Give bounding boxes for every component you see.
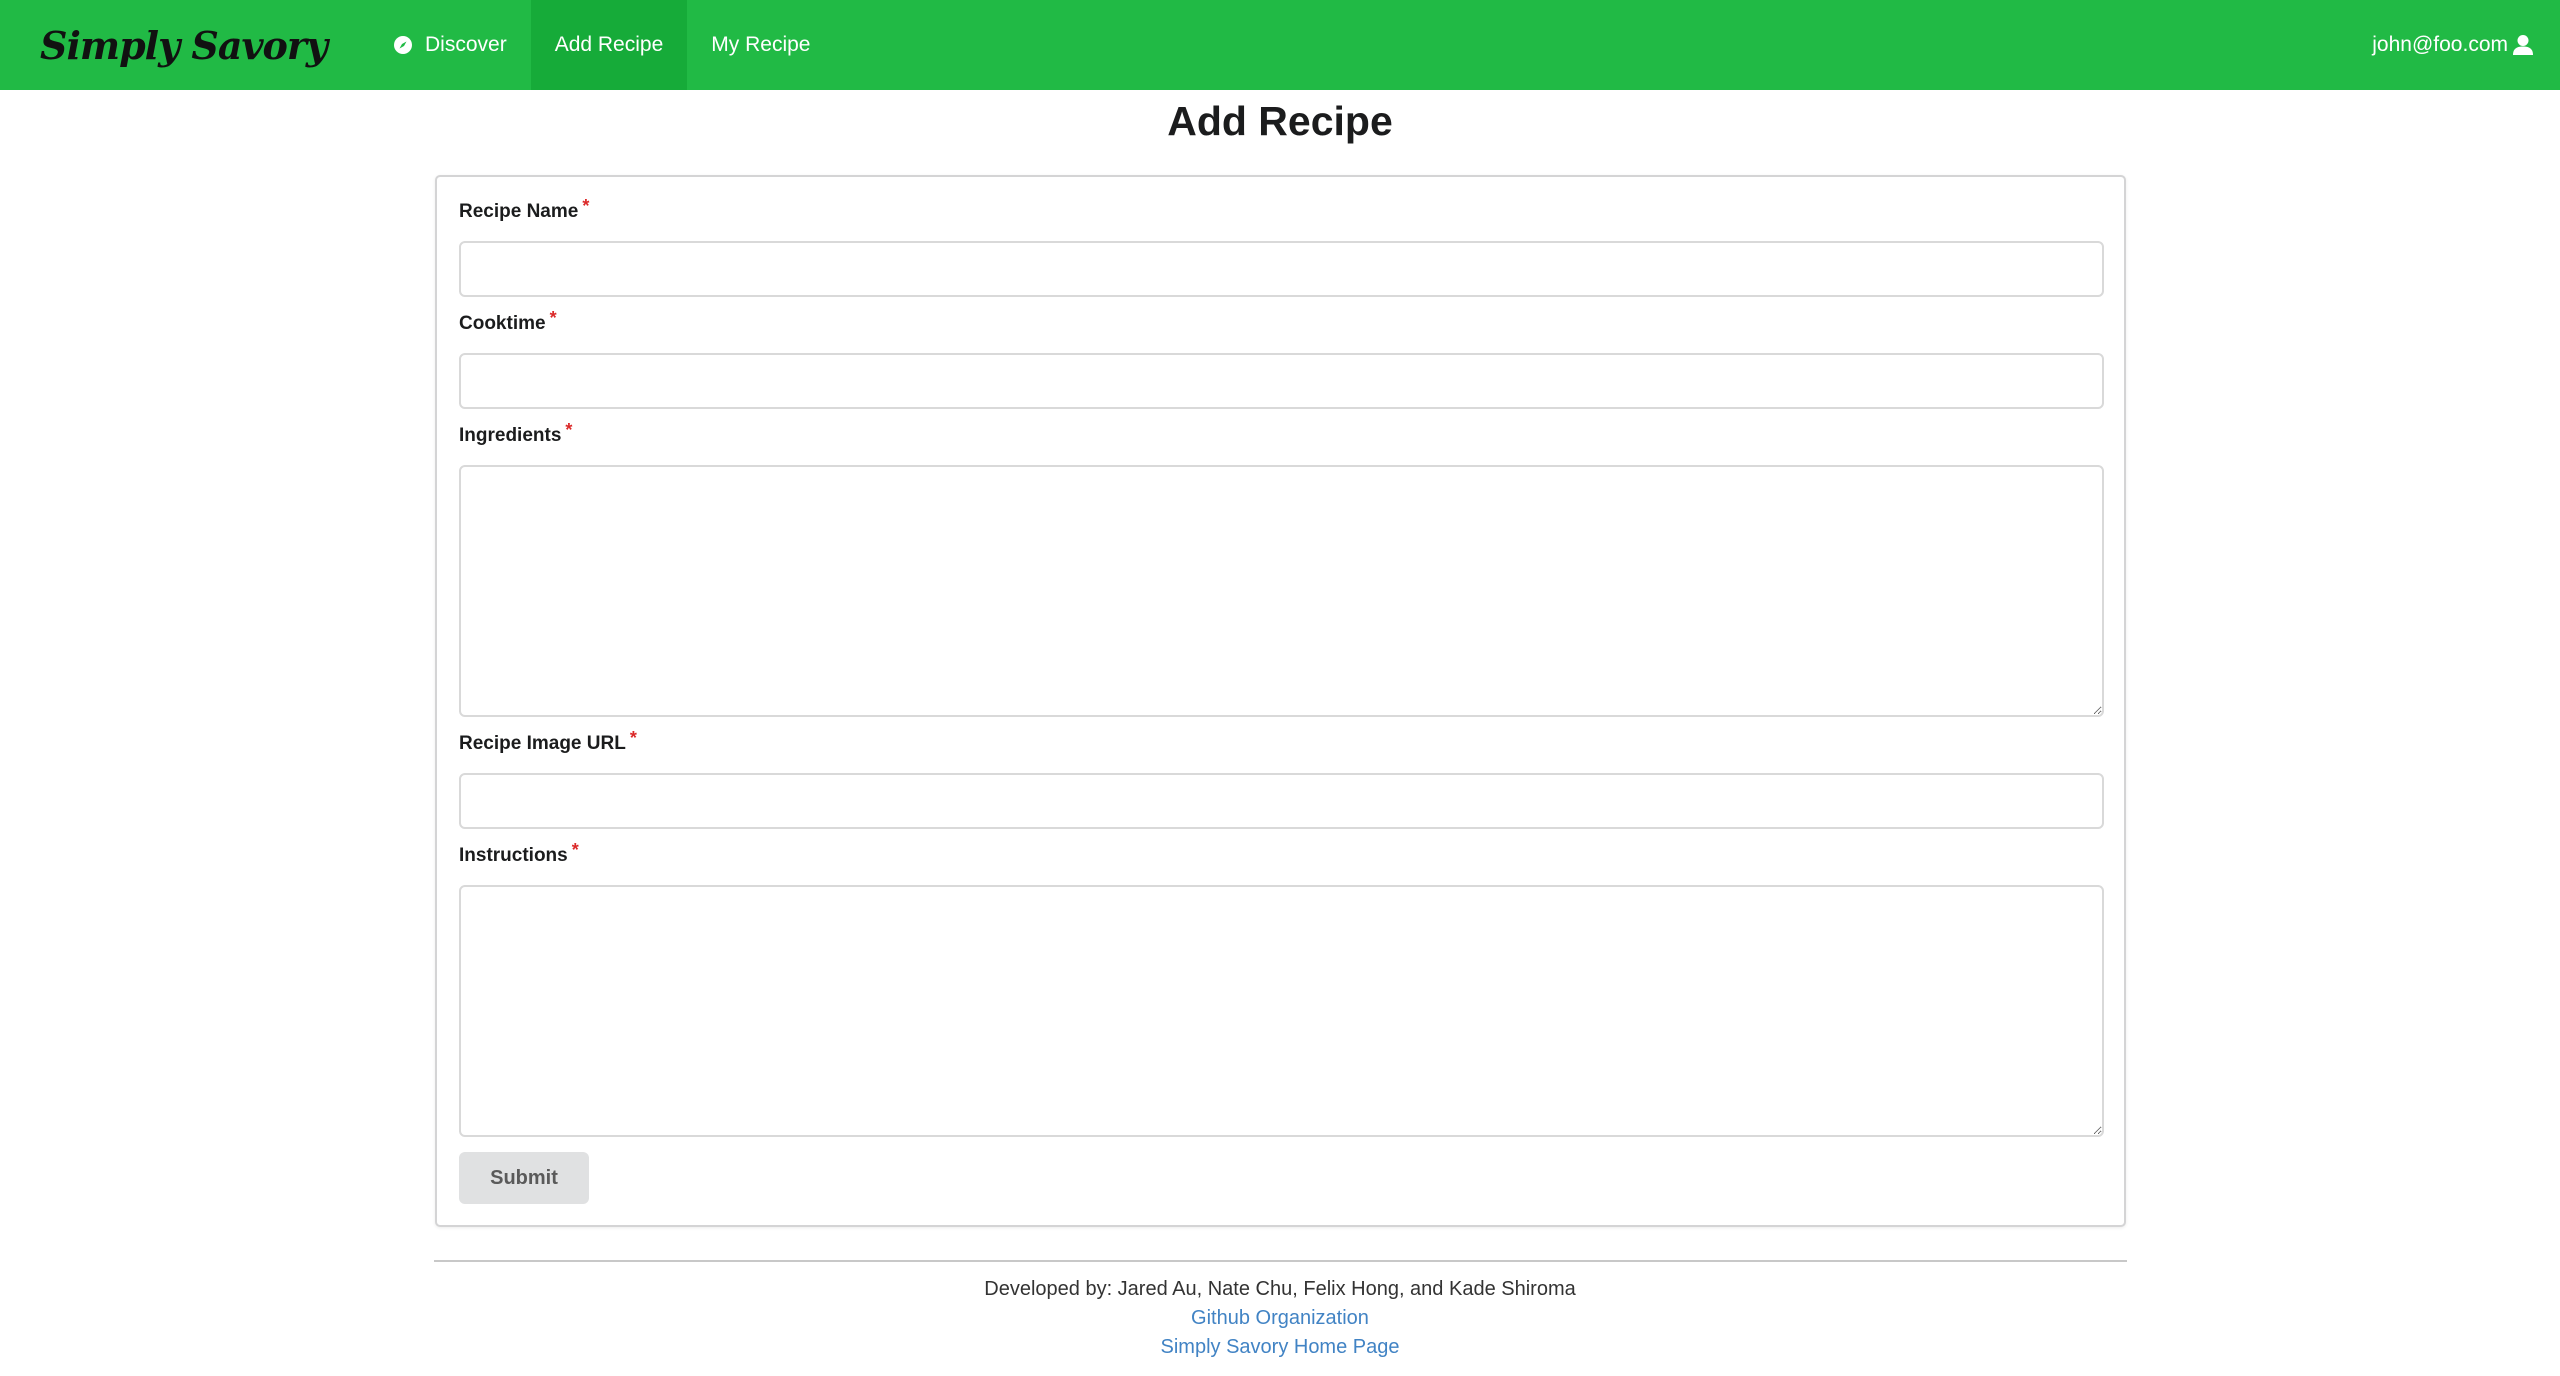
ingredients-textarea[interactable] bbox=[459, 465, 2104, 717]
footer-divider bbox=[434, 1260, 2127, 1262]
cooktime-field: Cooktime * bbox=[459, 308, 2104, 409]
required-marker: * bbox=[629, 728, 637, 748]
recipe-name-field: Recipe Name * bbox=[459, 196, 2104, 297]
user-email: john@foo.com bbox=[2372, 33, 2508, 56]
user-icon bbox=[2512, 34, 2534, 56]
nav-item-discover[interactable]: Discover bbox=[369, 0, 531, 90]
nav-item-label: Add Recipe bbox=[554, 33, 664, 56]
nav-item-label: Discover bbox=[425, 33, 507, 56]
instructions-label: Instructions * bbox=[459, 840, 579, 866]
top-navbar: Simply Savory Discover Add Recipe My Rec… bbox=[0, 0, 2560, 90]
recipe-form: Recipe Name * Cooktime * Ingredients * Reci… bbox=[435, 175, 2126, 1227]
github-organization-link[interactable]: Github Organization bbox=[0, 1304, 2560, 1333]
instructions-field: Instructions * bbox=[459, 840, 2104, 1137]
instructions-textarea[interactable] bbox=[459, 885, 2104, 1137]
recipe-image-url-field: Recipe Image URL * bbox=[459, 728, 2104, 829]
nav-item-add-recipe[interactable]: Add Recipe bbox=[530, 0, 688, 90]
footer-credits: Developed by: Jared Au, Nate Chu, Felix … bbox=[984, 1278, 1576, 1300]
nav-item-my-recipe[interactable]: My Recipe bbox=[687, 0, 834, 90]
submit-button[interactable]: Submit bbox=[459, 1152, 589, 1204]
home-page-link[interactable]: Simply Savory Home Page bbox=[0, 1333, 2560, 1362]
footer: Developed by: Jared Au, Nate Chu, Felix … bbox=[0, 1275, 2560, 1362]
brand-logo[interactable]: Simply Savory bbox=[0, 0, 367, 90]
ingredients-field: Ingredients * bbox=[459, 420, 2104, 717]
compass-icon bbox=[393, 35, 413, 55]
ingredients-label: Ingredients * bbox=[459, 420, 573, 446]
cooktime-input[interactable] bbox=[459, 353, 2104, 409]
recipe-image-url-label: Recipe Image URL * bbox=[459, 728, 637, 754]
recipe-name-input[interactable] bbox=[459, 241, 2104, 297]
nav-item-label: My Recipe bbox=[711, 33, 811, 56]
required-marker: * bbox=[571, 840, 579, 860]
recipe-name-label: Recipe Name * bbox=[459, 196, 590, 222]
required-marker: * bbox=[565, 420, 573, 440]
recipe-image-url-input[interactable] bbox=[459, 773, 2104, 829]
user-menu[interactable]: john@foo.com bbox=[2346, 0, 2560, 90]
cooktime-label: Cooktime * bbox=[459, 308, 557, 334]
page-title: Add Recipe bbox=[1167, 98, 1393, 144]
required-marker: * bbox=[582, 196, 590, 216]
required-marker: * bbox=[549, 308, 557, 328]
